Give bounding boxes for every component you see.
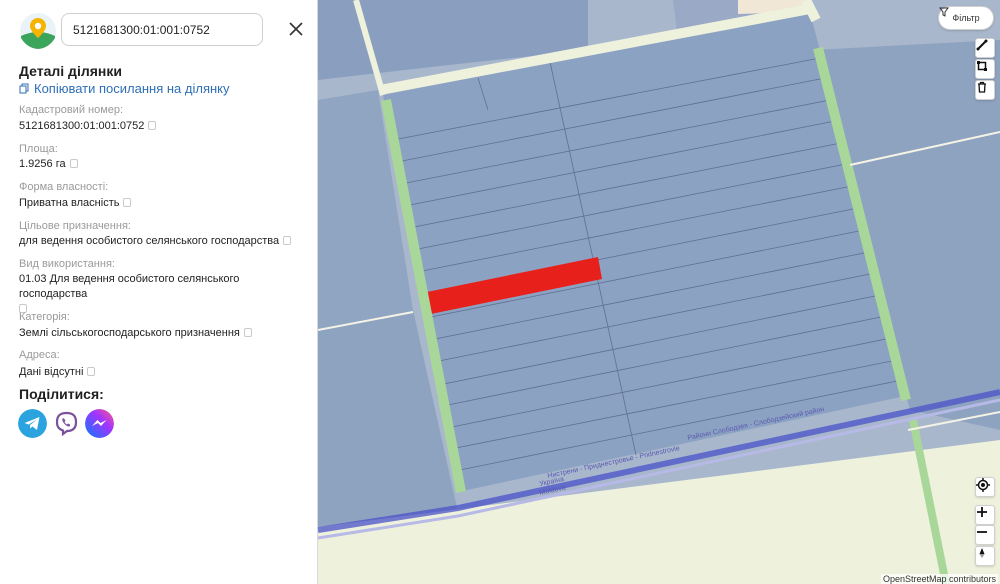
category-value: Землі сільськогосподарського призначення [19,326,309,341]
copy-icon[interactable] [283,236,292,245]
plus-icon [977,507,987,517]
ownership-label: Форма власності: [19,181,109,193]
copy-icon[interactable] [148,121,157,130]
ruler-icon [976,39,988,51]
copy-icon[interactable] [123,198,132,207]
usage-type-label: Вид використання: [19,258,115,270]
purpose-value: для ведення особистого селянського госпо… [19,234,309,249]
area-label: Площа: [19,143,58,155]
draw-line-button[interactable] [975,38,995,58]
map-view[interactable]: Райони Слободзея - Слободзейский район Ни… [318,0,1000,584]
zoom-out-button[interactable] [975,525,995,545]
copy-icon[interactable] [243,328,252,337]
close-icon[interactable] [286,19,306,39]
viber-icon[interactable] [52,409,81,438]
app-logo-icon [20,13,56,49]
geolocate-button[interactable] [975,477,995,497]
address-label: Адреса: [19,349,60,361]
minus-icon [977,531,987,533]
copy-icon[interactable] [69,159,78,168]
zoom-in-button[interactable] [975,505,995,525]
area-value: 1.9256 га [19,157,309,172]
reset-north-button[interactable] [975,546,995,566]
locate-icon [976,478,990,492]
map-attribution[interactable]: OpenStreetMap contributors [880,574,998,584]
map-canvas[interactable]: Райони Слободзея - Слободзейский районНи… [318,0,1000,584]
cadastral-number-value: 5121681300:01:001:0752 [19,119,309,134]
copy-link-button[interactable]: Копіювати посилання на ділянку [19,81,230,96]
polygon-icon [977,61,987,71]
compass-icon [979,548,985,558]
purpose-label: Цільове призначення: [19,220,131,232]
delete-drawing-button[interactable] [975,80,995,100]
filter-button[interactable]: Фільтр [938,6,994,30]
search-input[interactable] [61,13,263,46]
copy-link-label: Копіювати посилання на ділянку [34,81,230,96]
copy-icon[interactable] [87,367,96,376]
copy-icon [19,83,29,94]
details-sidebar: Деталі ділянки Копіювати посилання на ді… [0,0,318,584]
category-label: Категорія: [19,311,70,323]
draw-polygon-button[interactable] [975,59,995,79]
address-value: Дані відсутні [19,365,309,380]
details-title: Деталі ділянки [19,63,122,79]
trash-icon [978,81,986,93]
filter-icon [939,7,949,17]
cadastral-number-label: Кадастровий номер: [19,104,124,116]
telegram-icon[interactable] [18,409,47,438]
share-title: Поділитися: [19,386,104,402]
messenger-icon[interactable] [85,409,114,438]
ownership-value: Приватна власність [19,196,309,211]
filter-label: Фільтр [952,13,980,23]
